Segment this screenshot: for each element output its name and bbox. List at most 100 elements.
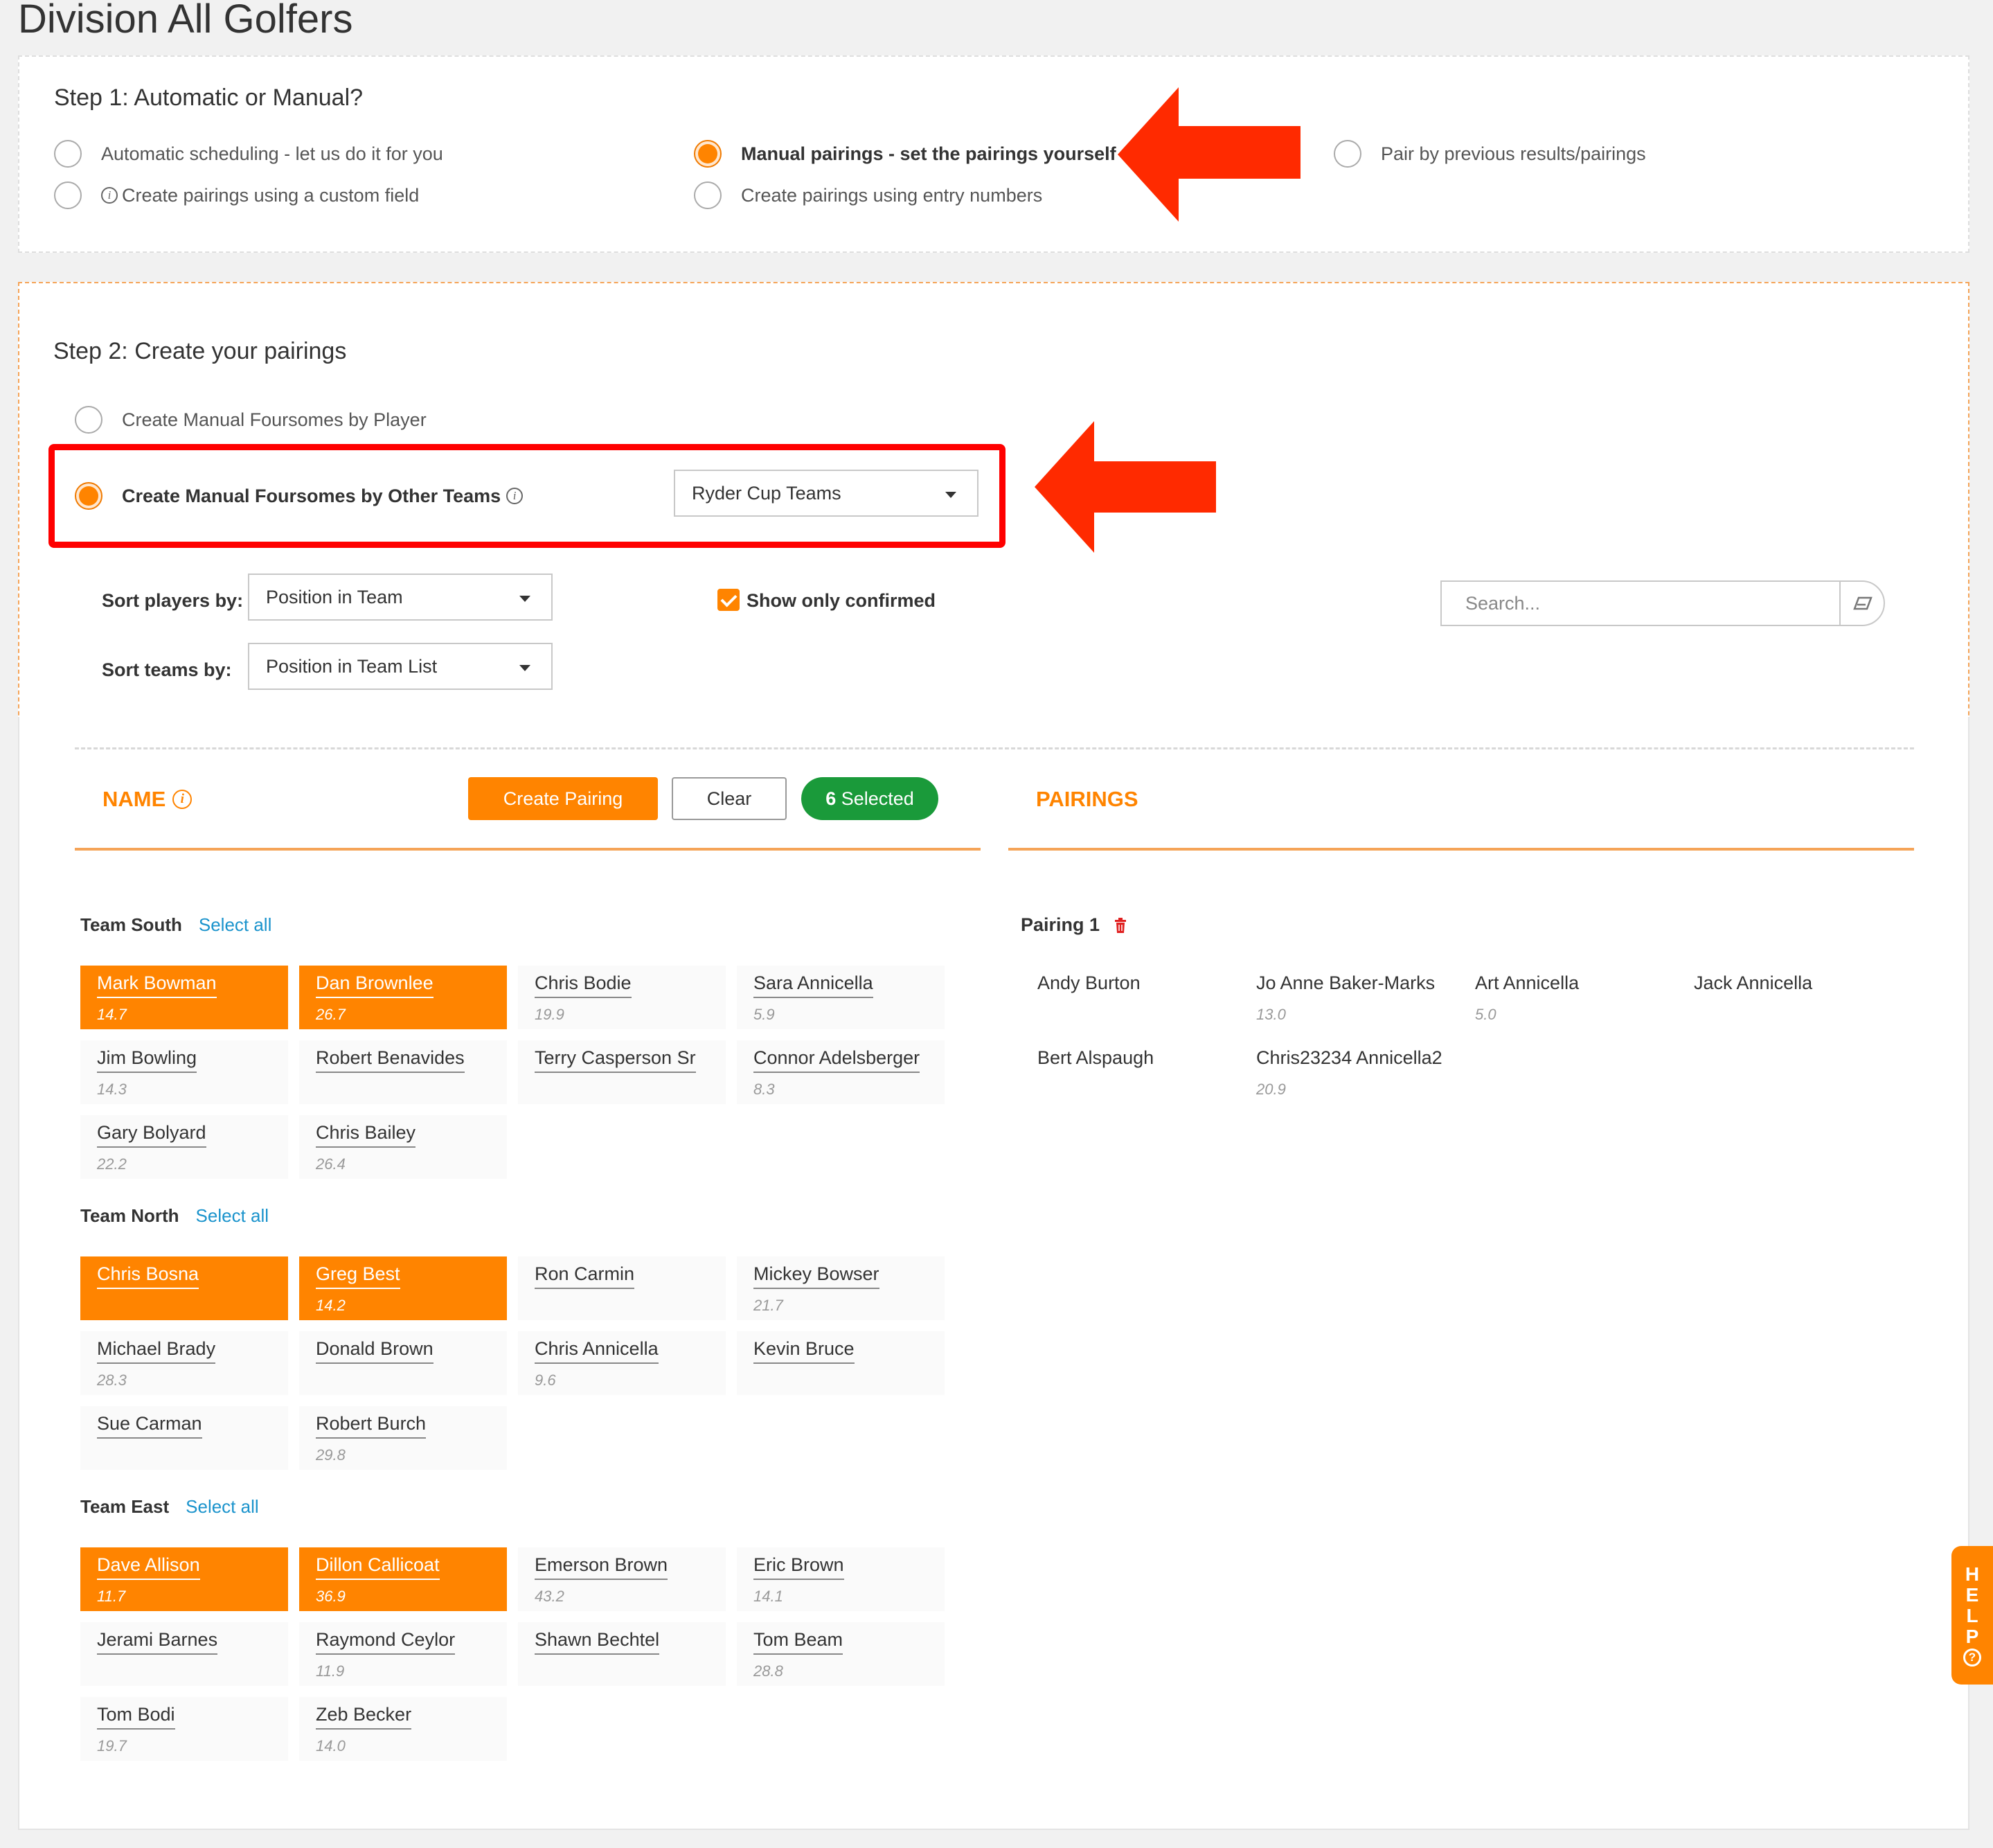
create-pairing-button[interactable]: Create Pairing (468, 777, 658, 820)
player-card[interactable]: Jim Bowling 14.3 (80, 1040, 288, 1104)
pairings-column-underline (1008, 848, 1914, 851)
player-name: Robert Burch (316, 1413, 427, 1439)
show-confirmed-label[interactable]: Show only confirmed (747, 590, 936, 612)
player-card[interactable]: Connor Adelsberger 8.3 (737, 1040, 945, 1104)
player-card[interactable]: Mark Bowman 14.7 (80, 966, 288, 1029)
player-card[interactable]: Chris Bosna (80, 1256, 288, 1320)
select-all-link[interactable]: Select all (196, 1205, 269, 1227)
player-name: Dillon Callicoat (316, 1554, 440, 1580)
player-handicap: 14.2 (316, 1297, 346, 1314)
pairing-player[interactable]: Art Annicella 5.0 (1458, 966, 1666, 1029)
player-card[interactable]: Tom Bodi 19.7 (80, 1697, 288, 1761)
sort-players-select[interactable]: Position in Team (248, 574, 553, 621)
pairing-player[interactable]: Jo Anne Baker-Marks 13.0 (1240, 966, 1447, 1029)
pairing-player[interactable]: Chris23234 Annicella2 20.9 (1240, 1040, 1447, 1104)
radio-button[interactable] (54, 181, 82, 209)
player-card[interactable]: Chris Annicella 9.6 (518, 1331, 726, 1395)
player-name: Shawn Bechtel (535, 1629, 660, 1655)
player-card[interactable]: Zeb Becker 14.0 (299, 1697, 507, 1761)
team-header: Team North Select all (80, 1205, 269, 1227)
pairing-title: Pairing 1 (1021, 914, 1127, 936)
player-handicap: 11.7 (97, 1588, 126, 1605)
team-group-select[interactable]: Ryder Cup Teams (674, 470, 978, 517)
player-card[interactable]: Sue Carman (80, 1406, 288, 1470)
player-card[interactable]: Robert Burch 29.8 (299, 1406, 507, 1470)
radio-custom-field[interactable]: i Create pairings using a custom field (54, 181, 419, 209)
player-name: Bert Alspaugh (1037, 1047, 1154, 1068)
radio-button[interactable] (694, 181, 722, 209)
player-card[interactable]: Greg Best 14.2 (299, 1256, 507, 1320)
player-card[interactable]: Robert Benavides (299, 1040, 507, 1104)
pairing-player[interactable]: Andy Burton (1021, 966, 1228, 1029)
pairings-column-header: PAIRINGS (1036, 787, 1138, 811)
clear-search-button[interactable] (1839, 582, 1885, 625)
radio-label: Pair by previous results/pairings (1381, 143, 1646, 164)
select-all-link[interactable]: Select all (199, 914, 272, 936)
player-card[interactable]: Dan Brownlee 26.7 (299, 966, 507, 1029)
radio-entry-numbers[interactable]: Create pairings using entry numbers (694, 181, 1042, 209)
player-card[interactable]: Terry Casperson Sr (518, 1040, 726, 1104)
player-card[interactable]: Mickey Bowser 21.7 (737, 1256, 945, 1320)
player-card[interactable]: Jerami Barnes (80, 1622, 288, 1686)
question-icon: ? (1963, 1649, 1981, 1667)
player-name: Andy Burton (1037, 972, 1141, 993)
sort-teams-select[interactable]: Position in Team List (248, 643, 553, 690)
radio-foursomes-by-teams[interactable]: Create Manual Foursomes by Other Teams i (75, 482, 527, 510)
clear-button[interactable]: Clear (672, 777, 787, 820)
radio-button-checked[interactable] (75, 482, 102, 510)
pairing-player[interactable]: Bert Alspaugh (1021, 1040, 1228, 1104)
select-value: Position in Team (266, 586, 403, 607)
team-name: Team North (80, 1205, 179, 1226)
radio-label: Create pairings using a custom field (122, 184, 420, 206)
player-name: Jack Annicella (1694, 972, 1813, 993)
sort-players-label: Sort players by: (102, 590, 244, 611)
radio-button[interactable] (1334, 140, 1361, 168)
player-card[interactable]: Sara Annicella 5.9 (737, 966, 945, 1029)
show-confirmed-checkbox[interactable] (717, 589, 740, 611)
select-value: Ryder Cup Teams (692, 482, 841, 504)
pairing-player[interactable]: Jack Annicella (1677, 966, 1885, 1029)
player-handicap: 11.9 (316, 1662, 345, 1680)
section-divider (75, 747, 1914, 749)
help-tab[interactable]: H E L P ? (1951, 1546, 1993, 1685)
radio-manual[interactable]: Manual pairings - set the pairings yours… (694, 140, 1116, 168)
player-card[interactable]: Dillon Callicoat 36.9 (299, 1547, 507, 1611)
radio-foursomes-by-player[interactable]: Create Manual Foursomes by Player (75, 406, 427, 434)
player-handicap: 5.0 (1475, 1006, 1496, 1023)
player-card[interactable]: Dave Allison 11.7 (80, 1547, 288, 1611)
player-card[interactable]: Michael Brady 28.3 (80, 1331, 288, 1395)
radio-label: Create pairings using entry numbers (741, 184, 1043, 206)
player-handicap: 36.9 (316, 1588, 346, 1605)
player-card[interactable]: Chris Bodie 19.9 (518, 966, 726, 1029)
player-card[interactable]: Raymond Ceylor 11.9 (299, 1622, 507, 1686)
player-card[interactable]: Chris Bailey 26.4 (299, 1115, 507, 1179)
player-card[interactable]: Eric Brown 14.1 (737, 1547, 945, 1611)
radio-button[interactable] (54, 140, 82, 168)
player-handicap: 22.2 (97, 1155, 127, 1173)
player-handicap: 14.1 (753, 1588, 783, 1605)
player-card[interactable]: Gary Bolyard 22.2 (80, 1115, 288, 1179)
annotation-arrow-left-icon (1035, 421, 1216, 553)
radio-automatic[interactable]: Automatic scheduling - let us do it for … (54, 140, 443, 168)
player-name: Jo Anne Baker-Marks (1256, 972, 1436, 993)
player-card[interactable]: Donald Brown (299, 1331, 507, 1395)
chevron-down-icon (519, 596, 530, 602)
step1-title: Step 1: Automatic or Manual? (54, 85, 364, 111)
player-name: Terry Casperson Sr (535, 1047, 696, 1073)
radio-button-checked[interactable] (694, 140, 722, 168)
player-card[interactable]: Tom Beam 28.8 (737, 1622, 945, 1686)
radio-button[interactable] (75, 406, 102, 434)
player-card[interactable]: Ron Carmin (518, 1256, 726, 1320)
help-letter: E (1965, 1584, 1979, 1606)
select-all-link[interactable]: Select all (186, 1496, 259, 1518)
trash-icon[interactable] (1114, 917, 1127, 934)
player-card[interactable]: Emerson Brown 43.2 (518, 1547, 726, 1611)
name-header-label: NAME (102, 787, 166, 811)
search-input[interactable] (1442, 582, 1839, 625)
player-name: Michael Brady (97, 1338, 216, 1364)
player-card[interactable]: Kevin Bruce (737, 1331, 945, 1395)
player-card[interactable]: Shawn Bechtel (518, 1622, 726, 1686)
radio-previous-results[interactable]: Pair by previous results/pairings (1334, 140, 1646, 168)
player-name: Dave Allison (97, 1554, 200, 1580)
player-name: Connor Adelsberger (753, 1047, 920, 1073)
